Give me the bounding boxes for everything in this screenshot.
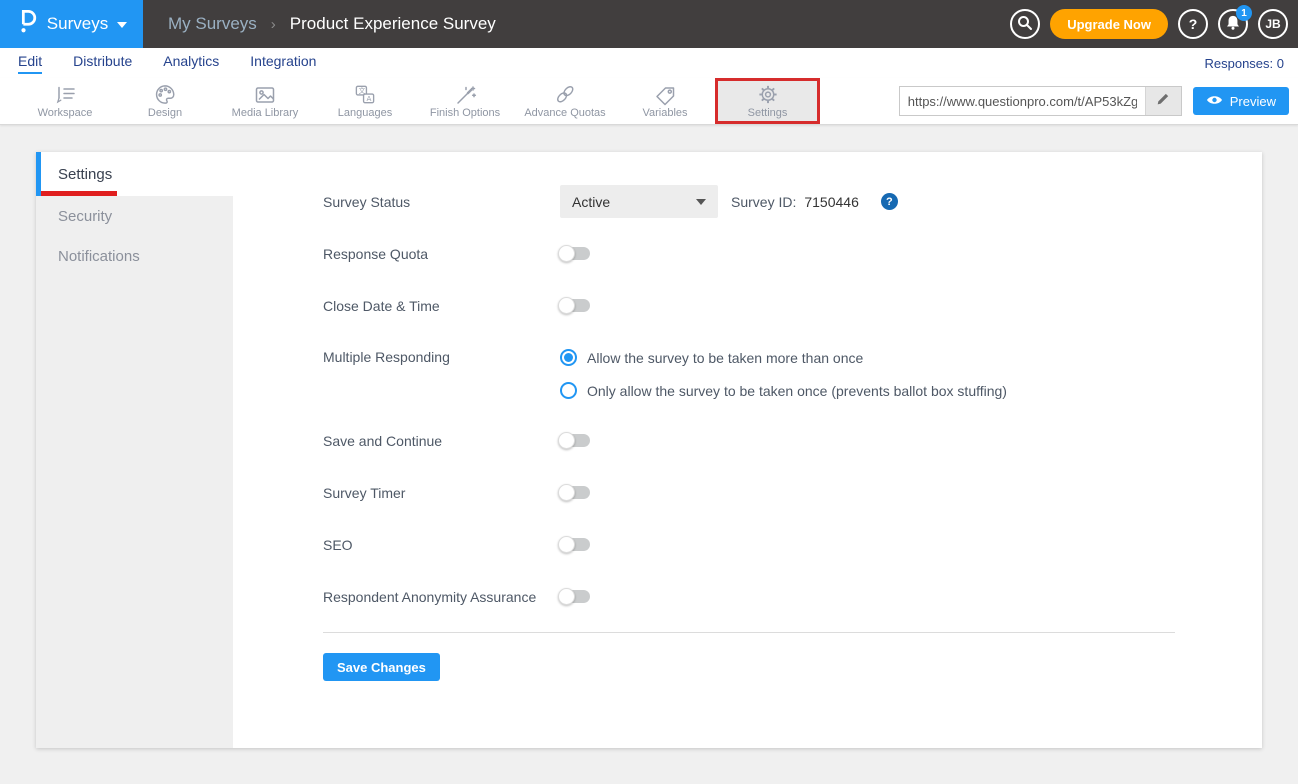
save-and-continue-toggle[interactable] bbox=[560, 434, 590, 447]
tag-icon bbox=[653, 84, 677, 106]
notification-count-badge: 1 bbox=[1236, 5, 1252, 21]
chevron-down-icon bbox=[696, 199, 706, 205]
save-changes-button[interactable]: Save Changes bbox=[323, 653, 440, 681]
toggle-knob bbox=[558, 245, 575, 262]
pencil-icon bbox=[1156, 91, 1171, 111]
survey-status-value: Active bbox=[572, 194, 696, 210]
radio-only-once[interactable]: Only allow the survey to be taken once (… bbox=[560, 382, 1007, 399]
save-and-continue-row: Save and Continue bbox=[323, 424, 1262, 457]
avatar-initials: JB bbox=[1265, 17, 1280, 31]
survey-id-help-icon[interactable]: ? bbox=[881, 193, 898, 210]
toggle-knob bbox=[558, 588, 575, 605]
breadcrumb-current-survey: Product Experience Survey bbox=[290, 14, 496, 34]
sidebar-item-notifications[interactable]: Notifications bbox=[36, 236, 233, 276]
toolbar-item-finish-options[interactable]: Finish Options bbox=[415, 78, 515, 124]
toggle-knob bbox=[558, 536, 575, 553]
survey-status-label: Survey Status bbox=[323, 194, 560, 210]
radio-button-icon bbox=[560, 349, 577, 366]
top-header-bar: Surveys My Surveys › Product Experience … bbox=[0, 0, 1298, 48]
sidebar-item-settings[interactable]: Settings bbox=[36, 152, 233, 196]
sidebar-item-security[interactable]: Security bbox=[36, 196, 233, 236]
breadcrumb: My Surveys › Product Experience Survey bbox=[168, 14, 496, 34]
chain-link-icon bbox=[553, 83, 577, 106]
responses-count: Responses: 0 bbox=[1205, 56, 1285, 71]
question-mark-icon: ? bbox=[1189, 16, 1198, 32]
topbar-actions: Upgrade Now ? 1 JB bbox=[1010, 9, 1298, 39]
preview-button[interactable]: Preview bbox=[1193, 87, 1289, 115]
search-button[interactable] bbox=[1010, 9, 1040, 39]
tab-analytics[interactable]: Analytics bbox=[163, 53, 219, 74]
toolbar-item-advance-quotas[interactable]: Advance Quotas bbox=[515, 78, 615, 124]
edit-url-button[interactable] bbox=[1145, 87, 1181, 115]
toolbar-item-media-library[interactable]: Media Library bbox=[215, 78, 315, 124]
tab-edit[interactable]: Edit bbox=[18, 53, 42, 74]
radio-button-icon bbox=[560, 382, 577, 399]
questionpro-logo-icon bbox=[16, 8, 38, 40]
survey-url-field bbox=[899, 86, 1182, 116]
magic-wand-icon bbox=[453, 84, 477, 106]
page-body: Settings Security Notifications Survey S… bbox=[0, 125, 1298, 784]
survey-timer-row: Survey Timer bbox=[323, 476, 1262, 509]
survey-url-input[interactable] bbox=[900, 87, 1145, 115]
settings-sidebar: Settings Security Notifications bbox=[36, 152, 233, 748]
preview-label: Preview bbox=[1230, 94, 1276, 109]
upgrade-now-button[interactable]: Upgrade Now bbox=[1050, 9, 1168, 39]
respondent-anonymity-row: Respondent Anonymity Assurance bbox=[323, 580, 1262, 613]
notifications-button[interactable]: 1 bbox=[1218, 9, 1248, 39]
toolbar-item-settings[interactable]: Settings bbox=[715, 78, 820, 124]
response-quota-row: Response Quota bbox=[323, 237, 1262, 270]
survey-timer-toggle[interactable] bbox=[560, 486, 590, 499]
tab-integration[interactable]: Integration bbox=[250, 53, 316, 74]
media-image-icon bbox=[253, 84, 277, 106]
chevron-down-icon bbox=[117, 22, 127, 28]
toolbar-item-workspace[interactable]: Workspace bbox=[15, 78, 115, 124]
survey-id-label: Survey ID: bbox=[731, 194, 796, 210]
toolbar-item-languages[interactable]: 文 A Languages bbox=[315, 78, 415, 124]
gear-icon bbox=[756, 83, 780, 106]
toggle-knob bbox=[558, 484, 575, 501]
close-date-time-row: Close Date & Time bbox=[323, 289, 1262, 322]
respondent-anonymity-toggle[interactable] bbox=[560, 590, 590, 603]
survey-status-row: Survey Status Active Survey ID: 7150446 … bbox=[323, 185, 1262, 218]
active-blue-bar bbox=[36, 152, 41, 196]
nav-tabs: Edit Distribute Analytics Integration bbox=[18, 53, 316, 74]
multiple-responding-options: Allow the survey to be taken more than o… bbox=[560, 341, 1007, 399]
breadcrumb-separator: › bbox=[271, 16, 276, 33]
search-icon bbox=[1017, 15, 1033, 34]
translate-icon: 文 A bbox=[353, 83, 377, 106]
survey-nav-bar: Edit Distribute Analytics Integration Re… bbox=[0, 48, 1298, 78]
seo-toggle[interactable] bbox=[560, 538, 590, 551]
app-label: Surveys bbox=[47, 14, 108, 34]
surveys-product-menu-button[interactable]: Surveys bbox=[0, 0, 143, 48]
eye-icon bbox=[1206, 94, 1223, 109]
survey-status-dropdown[interactable]: Active bbox=[560, 185, 718, 218]
form-divider bbox=[323, 632, 1175, 633]
design-palette-icon bbox=[153, 83, 177, 106]
workspace-icon bbox=[53, 84, 77, 106]
svg-text:A: A bbox=[366, 94, 371, 103]
toolbar-item-variables[interactable]: Variables bbox=[615, 78, 715, 124]
breadcrumb-my-surveys[interactable]: My Surveys bbox=[168, 14, 257, 34]
radio-allow-multiple[interactable]: Allow the survey to be taken more than o… bbox=[560, 349, 1007, 366]
seo-row: SEO bbox=[323, 528, 1262, 561]
toolbar-right-actions: Preview bbox=[899, 78, 1298, 124]
user-avatar[interactable]: JB bbox=[1258, 9, 1288, 39]
settings-card: Settings Security Notifications Survey S… bbox=[36, 152, 1262, 748]
response-quota-toggle[interactable] bbox=[560, 247, 590, 260]
multiple-responding-row: Multiple Responding Allow the survey to … bbox=[323, 341, 1262, 399]
close-date-time-toggle[interactable] bbox=[560, 299, 590, 312]
multiple-responding-label: Multiple Responding bbox=[323, 341, 560, 399]
toolbar-item-design[interactable]: Design bbox=[115, 78, 215, 124]
edit-toolbar: Workspace Design Media Library 文 bbox=[0, 78, 1298, 125]
help-button[interactable]: ? bbox=[1178, 9, 1208, 39]
toggle-knob bbox=[558, 432, 575, 449]
tab-distribute[interactable]: Distribute bbox=[73, 53, 132, 74]
toggle-knob bbox=[558, 297, 575, 314]
settings-form: Survey Status Active Survey ID: 7150446 … bbox=[233, 152, 1262, 748]
survey-id-value: 7150446 bbox=[804, 194, 859, 210]
